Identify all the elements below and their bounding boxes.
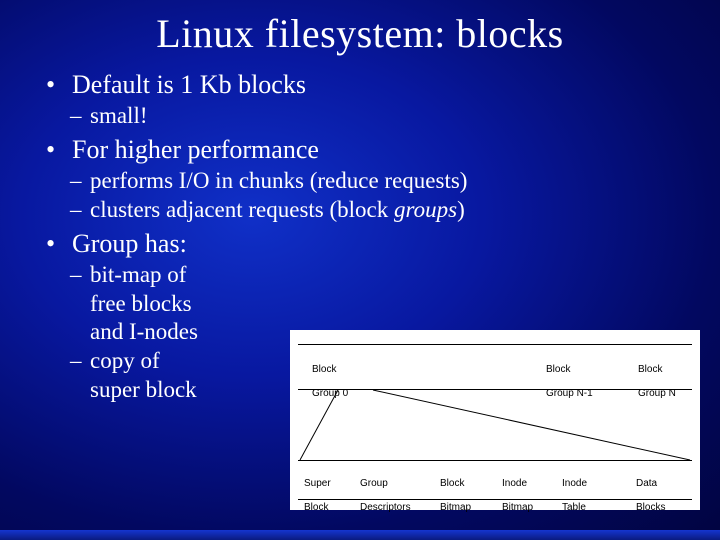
cell-line: Block xyxy=(440,478,464,489)
diagram-top-row: Block Group 0 Block Group N-1 Block Grou… xyxy=(298,344,692,390)
cell-line: Block xyxy=(546,364,570,375)
bullet-default-blocks: Default is 1 Kb blocks small! xyxy=(42,69,690,130)
diagram-cell-data-blocks: Data Blocks xyxy=(636,466,692,494)
diagram-cell-inode-table: Inode Table xyxy=(562,466,618,494)
sub-copy-2: super block xyxy=(76,376,252,405)
cell-line: Bitmap xyxy=(440,502,471,513)
footer-accent xyxy=(0,530,720,540)
cell-line: Descriptors xyxy=(360,502,411,513)
cell-line: Bitmap xyxy=(502,502,533,513)
sub-list: small! xyxy=(72,102,690,131)
cell-line: Inode xyxy=(562,478,587,489)
diagram-cell-groupNm1: Block Group N-1 xyxy=(546,352,626,382)
diagram-cell-block-bitmap: Block Bitmap xyxy=(440,466,496,494)
diagram-connector-lines xyxy=(298,390,692,460)
slide-title: Linux filesystem: blocks xyxy=(30,10,690,57)
bullet-performance: For higher performance performs I/O in c… xyxy=(42,134,690,224)
sub-list: performs I/O in chunks (reduce requests)… xyxy=(72,167,690,225)
sub-text-prefix: clusters adjacent requests (block xyxy=(90,197,394,222)
slide: Linux filesystem: blocks Default is 1 Kb… xyxy=(0,0,720,540)
cell-line: Table xyxy=(562,502,586,513)
diagram-cell-group-descriptors: Group Descriptors xyxy=(360,466,432,494)
cell-line: Block xyxy=(638,364,662,375)
bullet-text: For higher performance xyxy=(72,135,319,164)
sub-list: bit-map of free blocks and I-nodes copy … xyxy=(72,261,252,405)
sub-io-chunks: performs I/O in chunks (reduce requests) xyxy=(76,167,690,196)
diagram-cell-inode-bitmap: Inode Bitmap xyxy=(502,466,558,494)
bullet-text: Default is 1 Kb blocks xyxy=(72,70,306,99)
block-group-diagram: Block Group 0 Block Group N-1 Block Grou… xyxy=(290,330,700,510)
bullet-text: Group has: xyxy=(72,229,187,258)
cell-line: Group xyxy=(360,478,388,489)
cell-line: Blocks xyxy=(636,502,665,513)
cell-line: Super xyxy=(304,478,331,489)
sub-bitmap-1: bit-map of xyxy=(76,261,252,290)
sub-text-suffix: ) xyxy=(457,197,465,222)
cell-line: Inode xyxy=(502,478,527,489)
cell-line: Block xyxy=(304,502,328,513)
diagram-cell-group0: Block Group 0 xyxy=(312,352,372,382)
sub-text-em: groups xyxy=(394,197,457,222)
cell-line: Data xyxy=(636,478,657,489)
sub-copy-1: copy of xyxy=(76,347,252,376)
cell-line: Block xyxy=(312,364,336,375)
diagram-bottom-row: Super Block Group Descriptors Block Bitm… xyxy=(298,460,692,500)
divider xyxy=(298,499,692,500)
divider xyxy=(298,344,692,345)
sub-bitmap-2: free blocks xyxy=(76,290,252,319)
sub-bitmap-3: and I-nodes xyxy=(76,318,252,347)
sub-clusters: clusters adjacent requests (block groups… xyxy=(76,196,690,225)
sub-small: small! xyxy=(76,102,690,131)
diagram-cell-superblock: Super Block xyxy=(304,466,354,494)
diagram-cell-groupN: Block Group N xyxy=(638,352,698,382)
divider xyxy=(298,460,692,461)
